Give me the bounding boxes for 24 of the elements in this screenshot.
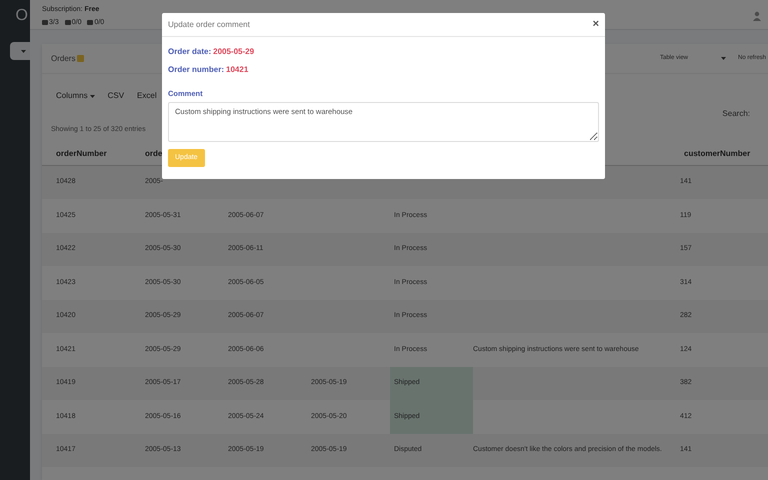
caret-icon [21, 50, 26, 52]
caret-icon [90, 94, 95, 98]
order-number-label: Order number: [168, 64, 224, 76]
user-icon[interactable] [752, 11, 762, 21]
column-header[interactable]: customerNumber [684, 149, 750, 158]
export-button[interactable]: CSV [102, 88, 130, 104]
close-button[interactable]: × [592, 19, 599, 30]
card-title: Orders [51, 52, 76, 64]
usage-icon [87, 20, 94, 26]
logo: O [16, 8, 28, 24]
columns-button[interactable]: Columns [50, 88, 101, 104]
usage-icon [42, 20, 48, 26]
modal-title: Update order comment [168, 18, 250, 30]
usage-icon [64, 20, 71, 26]
caret-icon [721, 57, 726, 60]
column-header[interactable]: orde [145, 149, 162, 158]
order-date-value: 2005-05-29 [213, 46, 254, 58]
search-label: Search: [722, 108, 750, 120]
orders-badge-icon [77, 55, 84, 62]
select-field[interactable] [10, 42, 30, 60]
order-number-value: 10421 [226, 64, 248, 76]
order-date-label: Order date: [168, 46, 212, 58]
export-button[interactable]: Excel [131, 88, 163, 104]
column-header[interactable]: orderNumber [56, 149, 107, 158]
